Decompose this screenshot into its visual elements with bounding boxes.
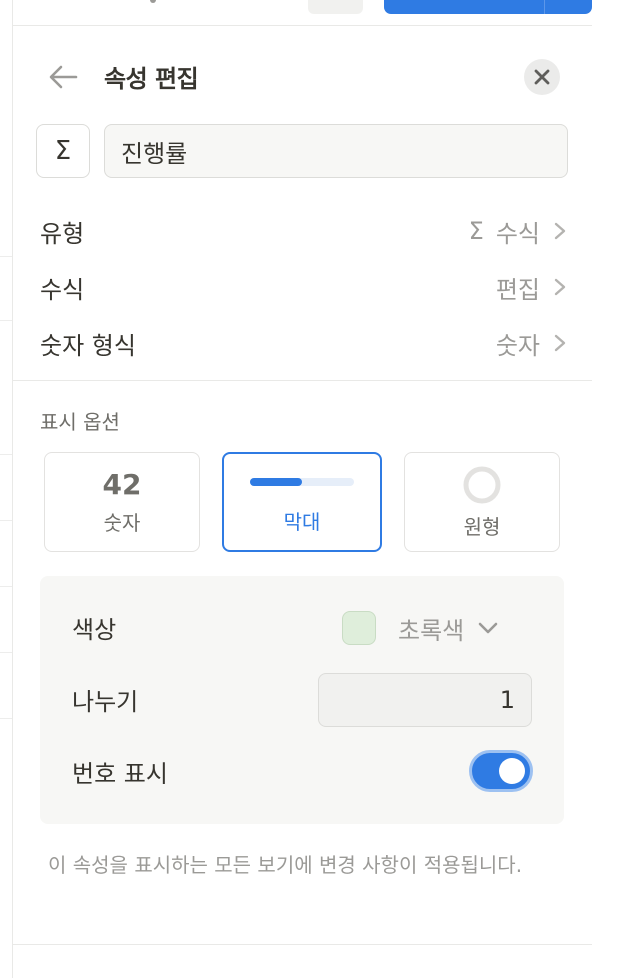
number-preview: 42 — [102, 467, 142, 501]
show-number-label: 번호 표시 — [72, 760, 168, 788]
number-format-value: 숫자 — [495, 331, 540, 360]
table-row-line — [0, 256, 12, 257]
close-button[interactable] — [524, 59, 560, 95]
type-label: 유형 — [40, 219, 85, 248]
number-format-label: 숫자 형식 — [40, 331, 136, 360]
chevron-down-icon — [478, 622, 498, 634]
property-row-formula[interactable]: 수식 편집 — [40, 263, 568, 311]
bar-settings-panel: 색상 초록색 나누기 번호 표시 — [40, 576, 564, 824]
section-divider — [12, 380, 592, 381]
chevron-right-icon — [554, 278, 566, 296]
display-option-bar[interactable]: 막대 — [222, 452, 382, 552]
bottom-divider — [12, 944, 592, 945]
type-value: 수식 — [495, 219, 540, 248]
table-row-line — [0, 320, 12, 321]
color-label: 색상 — [72, 616, 117, 644]
toolbar-divider — [12, 25, 592, 26]
chevron-right-icon — [554, 222, 566, 240]
show-number-toggle[interactable] — [469, 750, 533, 792]
new-button[interactable] — [384, 0, 592, 14]
display-option-ring[interactable]: 원형 — [404, 452, 560, 552]
chevron-right-icon — [554, 334, 566, 352]
property-type-icon-button[interactable]: Σ — [36, 124, 90, 178]
divide-input[interactable] — [318, 673, 532, 727]
sigma-icon: Σ — [468, 217, 484, 245]
toolbar-icon[interactable] — [150, 0, 156, 3]
back-arrow-icon[interactable] — [46, 62, 80, 92]
close-icon — [534, 69, 550, 85]
table-row-line — [0, 454, 12, 455]
table-row-line — [0, 718, 12, 719]
table-column-strip — [0, 0, 13, 978]
formula-label: 수식 — [40, 275, 85, 304]
table-row-line — [0, 652, 12, 653]
display-option-label: 숫자 — [103, 510, 141, 535]
property-name-input[interactable] — [104, 124, 568, 178]
display-option-number[interactable]: 42 숫자 — [44, 452, 200, 552]
divide-label: 나누기 — [72, 688, 139, 716]
display-option-label: 막대 — [283, 509, 321, 534]
ring-icon — [463, 466, 501, 503]
panel-title: 속성 편집 — [104, 65, 199, 93]
color-value: 초록색 — [398, 616, 465, 645]
color-select[interactable]: 초록색 — [342, 610, 500, 646]
progress-bar-icon — [250, 477, 354, 486]
display-option-label: 원형 — [463, 514, 501, 539]
formula-value: 편집 — [495, 275, 540, 304]
toolbar-more-button[interactable] — [308, 0, 363, 14]
info-note: 이 속성을 표시하는 모든 보기에 변경 사항이 적용됩니다. — [48, 853, 523, 877]
display-options-label: 표시 옵션 — [40, 410, 120, 434]
table-row-line — [0, 586, 12, 587]
property-row-type[interactable]: 유형 Σ 수식 — [40, 207, 568, 255]
color-swatch — [342, 611, 376, 645]
table-row-line — [0, 520, 12, 521]
property-row-number-format[interactable]: 숫자 형식 숫자 — [40, 319, 568, 367]
sigma-icon: Σ — [54, 136, 72, 166]
